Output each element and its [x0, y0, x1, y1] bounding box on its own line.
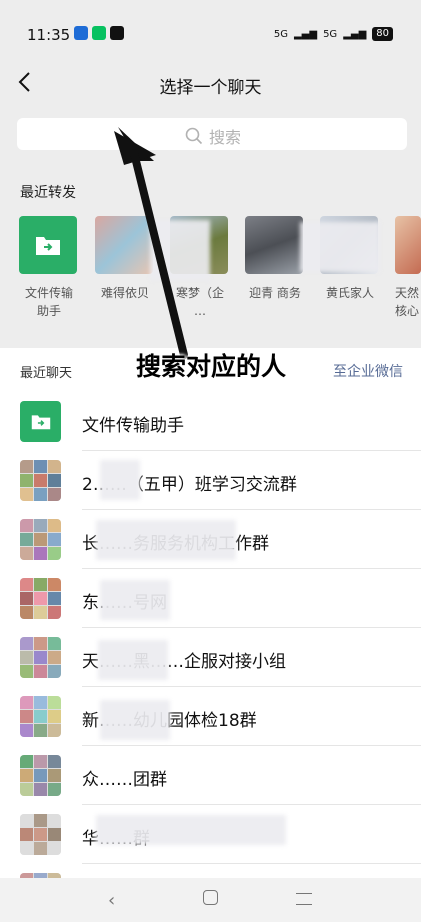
recents-icon[interactable]: [296, 893, 312, 905]
status-indicators: 5G ▂▄▆ 5G ▂▄▆ 80: [274, 27, 393, 41]
recent-chat-panel: 最近聊天 至企业微信 文件传输助手 2……（五甲）班学习交流群 长……务服务机构…: [0, 348, 421, 887]
group-avatar: [20, 519, 61, 560]
recent-chats-label: 最近聊天: [20, 366, 73, 381]
privacy-blur: [100, 580, 170, 620]
chat-row-5[interactable]: 天……黑……企服对接小组: [0, 628, 421, 687]
forward-label-line2: 核心: [395, 304, 420, 318]
group-avatar: [20, 755, 61, 796]
tiktok-badge-icon: [110, 26, 124, 40]
chat-row-7[interactable]: 众……团群: [0, 746, 421, 805]
signal-icon-2: ▂▄▆: [343, 28, 367, 40]
annotation-arrow-icon: [114, 127, 188, 359]
forward-label-line1: 黄氏家人: [325, 286, 374, 300]
group-avatar: [20, 814, 61, 855]
privacy-blur: [98, 640, 168, 680]
forward-item-6[interactable]: 天然 核心: [395, 216, 421, 320]
system-nav-bar: ‹: [0, 878, 421, 922]
chat-row-4[interactable]: 东……号网: [0, 569, 421, 628]
forward-item-file-helper[interactable]: 文件传输 助手: [19, 216, 79, 320]
annotation-label: 搜索对应的人: [136, 352, 287, 381]
forward-item-4[interactable]: 迎青 商务: [245, 216, 305, 302]
chat-name: 文件传输助手: [82, 416, 184, 436]
recent-forward-label: 最近转发: [20, 185, 76, 201]
chat-name: 众……团群: [82, 770, 167, 790]
app-badge-icon: [74, 26, 88, 40]
file-transfer-avatar: [19, 216, 77, 274]
group-avatar: [20, 578, 61, 619]
signal-icon: ▂▄▆: [293, 28, 318, 40]
forward-label-line1: 文件传输: [24, 286, 73, 300]
folder-icon: [31, 415, 50, 430]
signal-5g-label: 5G: [273, 28, 288, 40]
avatar: [395, 216, 421, 274]
chat-row-6[interactable]: 新……幼儿园体检18群: [0, 687, 421, 746]
home-icon[interactable]: [203, 890, 218, 905]
status-time: 11:35: [27, 26, 71, 44]
battery-icon: 80: [372, 27, 393, 41]
back-icon[interactable]: ‹: [108, 890, 115, 911]
group-avatar: [20, 696, 61, 737]
chat-row-9[interactable]: [0, 864, 421, 887]
file-transfer-avatar: [20, 401, 61, 442]
privacy-blur: [100, 700, 170, 740]
forward-label-line1: 迎青 商务: [249, 286, 301, 300]
privacy-blur: [96, 815, 286, 845]
privacy-blur: [100, 460, 140, 500]
status-bar: 11:35 5G ▂▄▆ 5G ▂▄▆ 80: [0, 0, 421, 62]
chat-row-2[interactable]: 2……（五甲）班学习交流群: [0, 451, 421, 510]
forward-label-line2: 助手: [36, 304, 61, 318]
group-avatar: [20, 637, 61, 678]
privacy-blur: [300, 222, 380, 272]
forward-label-line1: 天然: [395, 286, 420, 300]
signal-5g-label-2: 5G: [323, 28, 338, 40]
privacy-blur: [96, 520, 236, 560]
chat-row-file-helper[interactable]: 文件传输助手: [0, 392, 421, 451]
folder-icon: [36, 237, 60, 255]
enterprise-wechat-link[interactable]: 至企业微信: [333, 361, 403, 381]
page-title: 选择一个聊天: [159, 78, 262, 98]
avatar: [245, 216, 303, 274]
wechat-badge-icon: [92, 26, 106, 40]
group-avatar: [20, 460, 61, 501]
